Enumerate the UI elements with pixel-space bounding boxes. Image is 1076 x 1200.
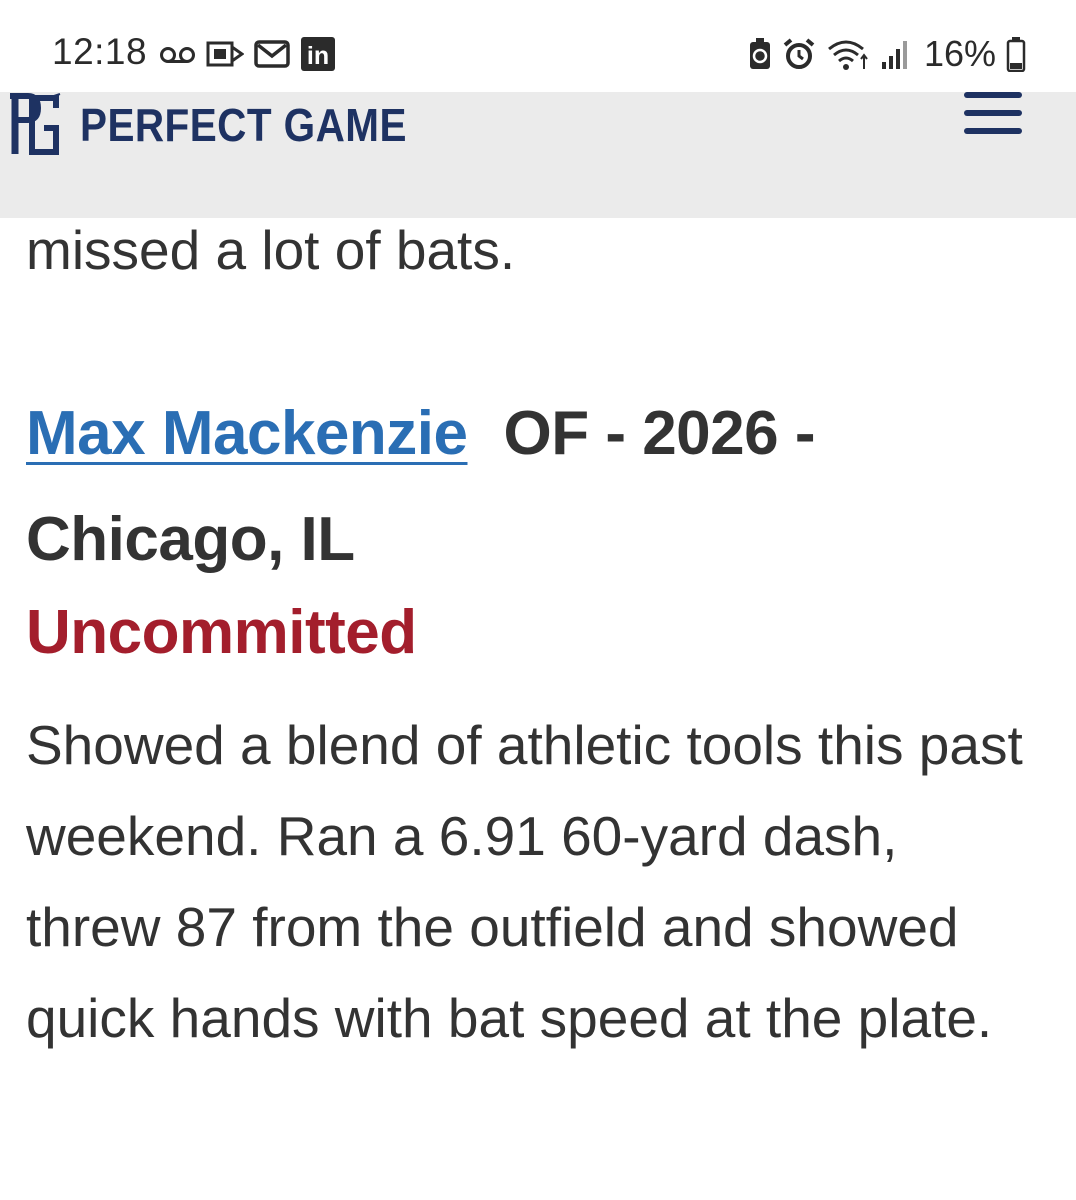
player-name-link[interactable]: Max Mackenzie <box>26 399 468 468</box>
brand-name[interactable]: PERFECT GAME <box>80 98 407 152</box>
status-notification-icons: in <box>160 36 336 72</box>
wifi-icon <box>826 37 870 71</box>
player-heading: Max Mackenzie OF - 2026 - Chicago, IL <box>26 381 1046 593</box>
battery-percent: 16% <box>923 33 996 74</box>
voicemail-icon <box>160 43 196 65</box>
battery-saver-icon <box>748 37 772 71</box>
previous-report-tail: missed a lot of bats. <box>26 219 516 281</box>
menu-bar-icon <box>964 128 1022 134</box>
status-system-icons: 16% <box>748 33 1026 74</box>
status-time: 12:18 <box>52 31 148 72</box>
alarm-icon <box>782 37 816 71</box>
scouting-report: Showed a blend of athletic tools this pa… <box>26 714 1023 1049</box>
battery-icon <box>1006 36 1026 72</box>
linkedin-icon: in <box>300 36 336 72</box>
wallet-icon <box>206 39 244 69</box>
commitment-status: Uncommitted <box>26 598 417 667</box>
site-header: PERFECT GAME <box>0 92 1076 218</box>
status-bar: 12:18 in 16% <box>0 0 1076 92</box>
menu-bar-icon <box>964 92 1022 98</box>
perfect-game-logo[interactable] <box>4 92 64 158</box>
signal-icon <box>880 38 910 70</box>
mail-icon <box>254 39 290 69</box>
menu-bar-icon <box>964 110 1022 116</box>
linkedin-label: in <box>307 42 329 70</box>
hamburger-menu-button[interactable] <box>962 92 1024 142</box>
